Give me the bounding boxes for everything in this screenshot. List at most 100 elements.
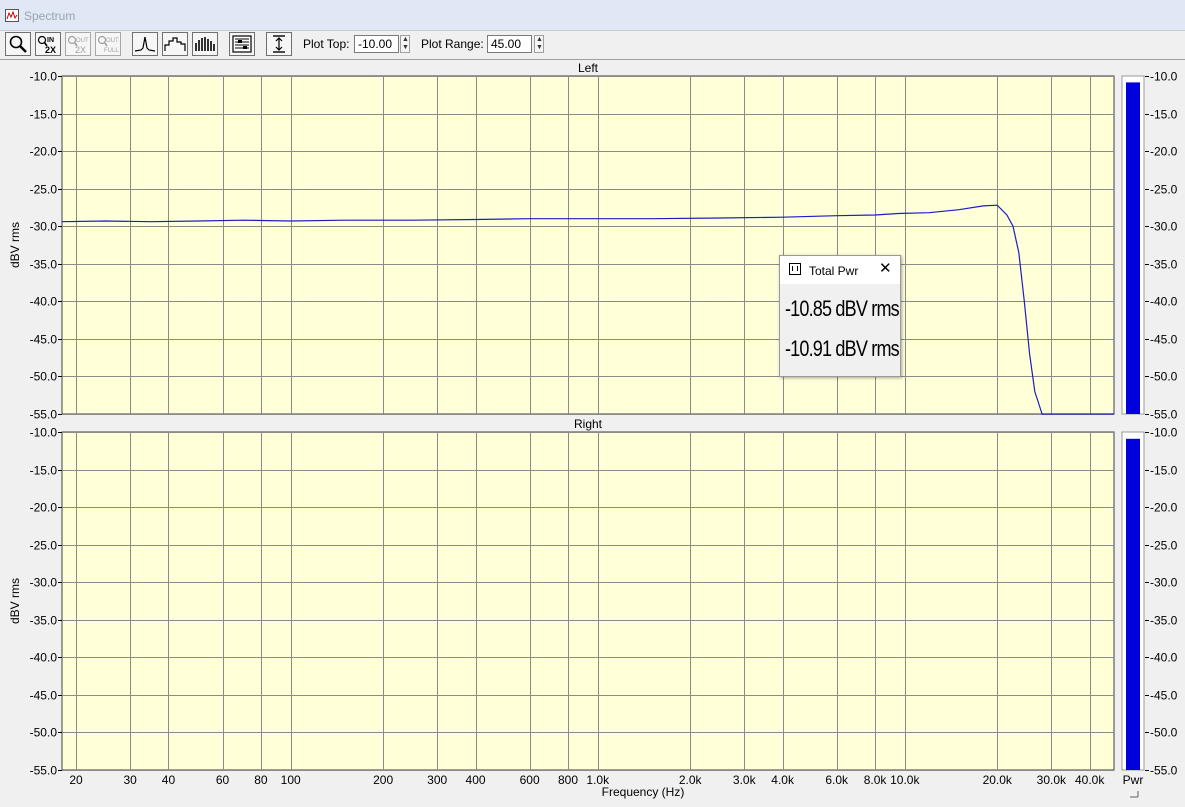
x-tick-label: 8.0k bbox=[864, 773, 888, 787]
x-tick-label: 400 bbox=[466, 773, 486, 787]
close-icon[interactable]: ✕ bbox=[879, 261, 892, 276]
meter-tick-label: -55.0 bbox=[1150, 764, 1178, 778]
plot-range-input[interactable] bbox=[487, 35, 532, 53]
popup-title: Total Pwr bbox=[809, 264, 859, 278]
x-tick-label: 100 bbox=[281, 773, 301, 787]
y-tick-label: -20.0 bbox=[30, 145, 58, 159]
meter-tick-label: -45.0 bbox=[1150, 689, 1178, 703]
pin-icon[interactable] bbox=[789, 263, 801, 275]
plot-range-spinner[interactable]: ▲ ▼ bbox=[534, 35, 544, 53]
toolbar: IN 2X OUT 2X OUT FULL Plot Top: -10.00 ▲… bbox=[0, 31, 1185, 60]
x-tick-label: 80 bbox=[254, 773, 268, 787]
x-tick-label: 40 bbox=[162, 773, 176, 787]
meter-tick-label: -35.0 bbox=[1150, 258, 1178, 272]
spin-up-icon: ▲ bbox=[536, 36, 543, 43]
meter-tick-label: -45.0 bbox=[1150, 333, 1178, 347]
x-tick-label: 10.0k bbox=[890, 773, 920, 787]
spin-down-icon: ▼ bbox=[402, 44, 409, 51]
x-tick-label: 6.0k bbox=[825, 773, 849, 787]
x-tick-label: 3.0k bbox=[733, 773, 757, 787]
meter-tick-label: -50.0 bbox=[1150, 726, 1178, 740]
zoom-out-2x-icon: OUT 2X bbox=[67, 35, 89, 55]
meter-tick-label: -25.0 bbox=[1150, 183, 1178, 197]
y-tick-label: -10.0 bbox=[30, 70, 58, 84]
window-title: Spectrum bbox=[24, 9, 76, 23]
power-meter-fill bbox=[1126, 82, 1140, 415]
plot-range-label: Plot Range: bbox=[421, 37, 484, 51]
x-tick-label: 20.0k bbox=[983, 773, 1013, 787]
y-tick-label: -25.0 bbox=[30, 183, 58, 197]
x-tick-label: 4.0k bbox=[771, 773, 795, 787]
y-tick-label: -50.0 bbox=[30, 726, 58, 740]
y-tick-label: -50.0 bbox=[30, 370, 58, 384]
y-tick-label: -30.0 bbox=[30, 220, 58, 234]
meter-tick-label: -30.0 bbox=[1150, 220, 1178, 234]
y-tick-label: -35.0 bbox=[30, 614, 58, 628]
zoom-out-full-icon: OUT FULL bbox=[97, 35, 119, 54]
zoom-in-2x-icon: IN 2X bbox=[37, 35, 56, 55]
line-spectrum-icon bbox=[134, 36, 156, 52]
x-tick-label: 30.0k bbox=[1037, 773, 1067, 787]
y-tick-label: -40.0 bbox=[30, 651, 58, 665]
bar-display-button[interactable] bbox=[192, 32, 218, 56]
plot-area bbox=[61, 75, 1115, 415]
x-tick-label: 300 bbox=[427, 773, 447, 787]
zoom-in-badge-top: IN bbox=[47, 37, 54, 44]
left-total-power-value: -10.85 dBV rms bbox=[785, 296, 900, 321]
meter-tick-label: -30.0 bbox=[1150, 576, 1178, 590]
y-axis-label: dBV rms bbox=[8, 222, 22, 268]
y-tick-label: -25.0 bbox=[30, 539, 58, 553]
panel-title: Left bbox=[578, 61, 599, 75]
settings-button[interactable] bbox=[229, 32, 255, 56]
y-tick-label: -45.0 bbox=[30, 333, 58, 347]
line-display-button[interactable] bbox=[132, 32, 158, 56]
meter-tick-label: -20.0 bbox=[1150, 501, 1178, 515]
plot-area bbox=[61, 431, 1115, 771]
autoscale-button[interactable] bbox=[266, 32, 292, 56]
y-tick-label: -15.0 bbox=[30, 464, 58, 478]
panel-title: Right bbox=[574, 417, 603, 431]
x-tick-label: 20 bbox=[69, 773, 83, 787]
x-axis-label: Frequency (Hz) bbox=[602, 785, 685, 799]
zoom-full-badge-top: OUT bbox=[106, 38, 119, 44]
spectrum-plots: Left -10.0 -10.0 -15.0 -15.0 -20.0 -20.0 -25.0 -… bbox=[8, 61, 1178, 799]
zoom-out-full-button[interactable]: OUT FULL bbox=[95, 32, 121, 56]
x-tick-label: 800 bbox=[558, 773, 578, 787]
y-tick-label: -35.0 bbox=[30, 258, 58, 272]
meter-tick-label: -15.0 bbox=[1150, 108, 1178, 122]
spin-down-icon: ▼ bbox=[536, 44, 543, 51]
bar-spectrum-icon bbox=[195, 37, 215, 51]
popup-header: Total Pwr ✕ bbox=[780, 256, 900, 284]
plot-top-spinner[interactable]: ▲ ▼ bbox=[400, 35, 410, 53]
meter-tick-label: -10.0 bbox=[1150, 426, 1178, 440]
y-tick-label: -10.0 bbox=[30, 426, 58, 440]
y-tick-label: -55.0 bbox=[30, 764, 58, 778]
step-display-button[interactable] bbox=[162, 32, 188, 56]
magnifier-icon bbox=[9, 35, 27, 53]
zoom-button[interactable] bbox=[5, 32, 31, 56]
zoom-out-badge-top: OUT bbox=[76, 38, 89, 44]
right-channel-panel: Right -10.0 -10.0 -15.0 -15.0 -20.0 -20.0 -25.0… bbox=[8, 417, 1178, 778]
meter-tick-label: -20.0 bbox=[1150, 145, 1178, 159]
x-tick-label: 30 bbox=[123, 773, 137, 787]
autoscale-icon bbox=[273, 35, 285, 53]
x-tick-label: 60 bbox=[216, 773, 230, 787]
zoom-out-2x-button[interactable]: OUT 2X bbox=[65, 32, 91, 56]
x-tick-label: 600 bbox=[520, 773, 540, 787]
y-tick-label: -40.0 bbox=[30, 295, 58, 309]
plot-top-label: Plot Top: bbox=[303, 37, 350, 51]
plot-top-input[interactable] bbox=[354, 35, 399, 53]
meter-tick-label: -55.0 bbox=[1150, 408, 1178, 422]
y-tick-label: -30.0 bbox=[30, 576, 58, 590]
meter-tick-label: -40.0 bbox=[1150, 651, 1178, 665]
step-spectrum-icon bbox=[164, 37, 186, 51]
size-grip-icon[interactable] bbox=[1130, 791, 1139, 798]
zoom-in-2x-button[interactable]: IN 2X bbox=[35, 32, 61, 56]
left-channel-panel: Left -10.0 -10.0 -15.0 -15.0 -20.0 -20.0 -25.0 -… bbox=[8, 61, 1178, 422]
meter-tick-label: -35.0 bbox=[1150, 614, 1178, 628]
zoom-full-badge-bottom: FULL bbox=[104, 48, 119, 54]
x-tick-label: 40.0k bbox=[1075, 773, 1105, 787]
meter-tick-label: -10.0 bbox=[1150, 70, 1178, 84]
meter-tick-label: -25.0 bbox=[1150, 539, 1178, 553]
spin-up-icon: ▲ bbox=[402, 36, 409, 43]
